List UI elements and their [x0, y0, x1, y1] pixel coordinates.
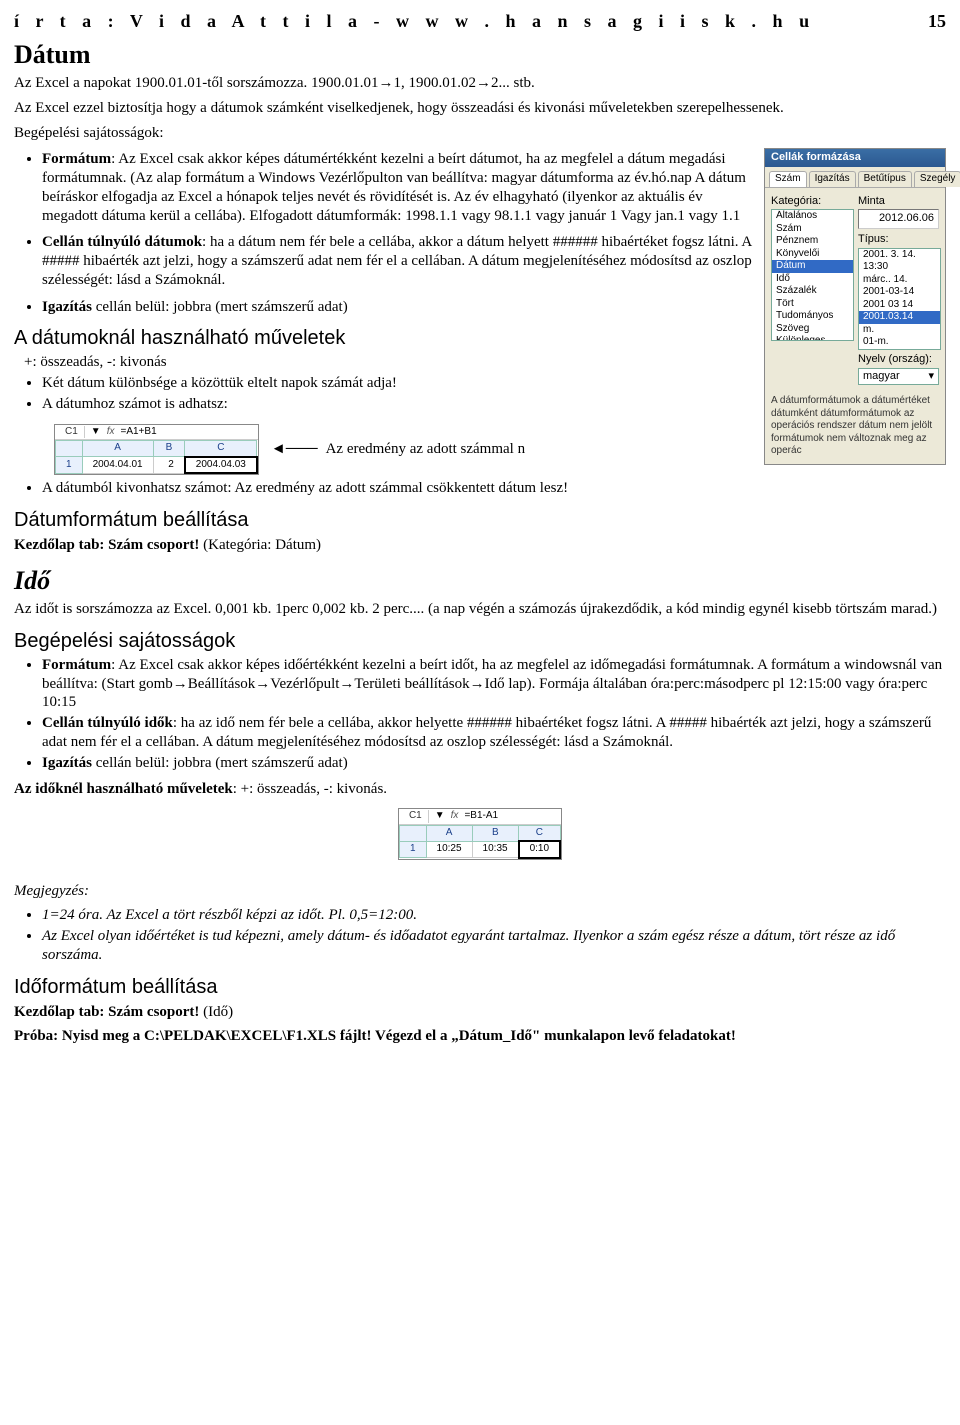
section-title-time: Idő — [14, 565, 946, 598]
page-header: í r t a : V i d a A t t i l a - w w w . … — [14, 10, 946, 33]
section-title-date: Dátum — [14, 39, 946, 72]
language-select[interactable]: magyar▾ — [858, 368, 939, 386]
result-text-1: Az eredmény az adott számmal n — [326, 440, 526, 459]
author: í r t a : V i d a A t t i l a - w w w . … — [14, 10, 815, 33]
time-bullet-format: Formátum: Az Excel csak akkor képes időé… — [42, 656, 946, 712]
bullet-align: Igazítás cellán belül: jobbra (mert szám… — [42, 298, 756, 317]
mini-spreadsheet-1: C1 ▼ fx =A1+B1 A B C 1 2004.04.01 — [54, 424, 259, 476]
bullet-overflow: Cellán túlnyúló dátumok: ha a dátum nem … — [42, 233, 756, 289]
ops-line-3: A dátumhoz számot is adhatsz: — [42, 395, 756, 414]
date-intro-2: Az Excel ezzel biztosítja hogy a dátumok… — [14, 99, 946, 118]
try-it: Próba: Nyisd meg a C:\PELDAK\EXCEL\F1.XL… — [14, 1027, 946, 1046]
date-intro-1: Az Excel a napokat 1900.01.01-től sorszá… — [14, 74, 946, 93]
dialog-description: A dátumformátumok a dátumértéket dátumké… — [765, 389, 945, 464]
date-ops-title: A dátumoknál használható műveletek — [14, 326, 756, 351]
arrow-icon: ◄─── — [271, 440, 318, 459]
sample-label: Minta — [858, 195, 939, 209]
page-number: 15 — [928, 10, 946, 33]
tab-font[interactable]: Betűtípus — [858, 171, 912, 187]
dialog-tabs: Szám Igazítás Betűtípus Szegély — [765, 167, 945, 188]
time-bullet-overflow: Cellán túlnyúló idők: ha az idő nem fér … — [42, 714, 946, 752]
note-2: Az Excel olyan időértéket is tud képezni… — [42, 927, 946, 965]
time-format-title: Időformátum beállítása — [14, 975, 946, 1000]
ops-line-2: Két dátum különbsége a közöttük eltelt n… — [42, 374, 756, 393]
time-typing-title: Begépelési sajátosságok — [14, 629, 946, 654]
time-intro: Az időt is sorszámozza az Excel. 0,001 k… — [14, 600, 946, 619]
time-ops-line: Az időknél használható műveletek: +: öss… — [14, 780, 946, 799]
ops-line-1: +: összeadás, -: kivonás — [24, 353, 756, 372]
sample-value: 2012.06.06 — [858, 209, 939, 229]
tab-border[interactable]: Szegély — [914, 171, 960, 187]
bullet-format: Formátum: Az Excel csak akkor képes dátu… — [42, 150, 756, 225]
time-bullet-align: Igazítás cellán belül: jobbra (mert szám… — [42, 754, 946, 773]
ops-line-4: A dátumból kivonhatsz számot: Az eredmén… — [42, 479, 756, 498]
type-label: Típus: — [858, 233, 939, 247]
language-label: Nyelv (ország): — [858, 353, 939, 367]
time-format-text: Kezdőlap tab: Szám csoport! (Idő) — [14, 1003, 946, 1022]
mini-spreadsheet-2: C1 ▼ fx =B1-A1 A B C 1 10:25 10:35 0:10 — [398, 808, 562, 860]
typing-features-title: Begépelési sajátosságok: — [14, 124, 946, 143]
format-cells-dialog: Cellák formázása Szám Igazítás Betűtípus… — [764, 148, 946, 465]
date-format-title: Dátumformátum beállítása — [14, 508, 756, 533]
category-list[interactable]: Általános Szám Pénznem Könyvelői Dátum I… — [771, 209, 854, 341]
date-format-text: Kezdőlap tab: Szám csoport! (Kategória: … — [14, 536, 756, 555]
note-title: Megjegyzés: — [14, 882, 946, 901]
tab-number[interactable]: Szám — [769, 171, 807, 187]
note-1: 1=24 óra. Az Excel a tört részből képzi … — [42, 906, 946, 925]
dialog-title: Cellák formázása — [765, 149, 945, 167]
category-label: Kategória: — [771, 195, 852, 209]
type-list[interactable]: 2001. 3. 14. 13:30 márc.. 14. 2001-03-14… — [858, 248, 941, 350]
tab-align[interactable]: Igazítás — [809, 171, 856, 187]
